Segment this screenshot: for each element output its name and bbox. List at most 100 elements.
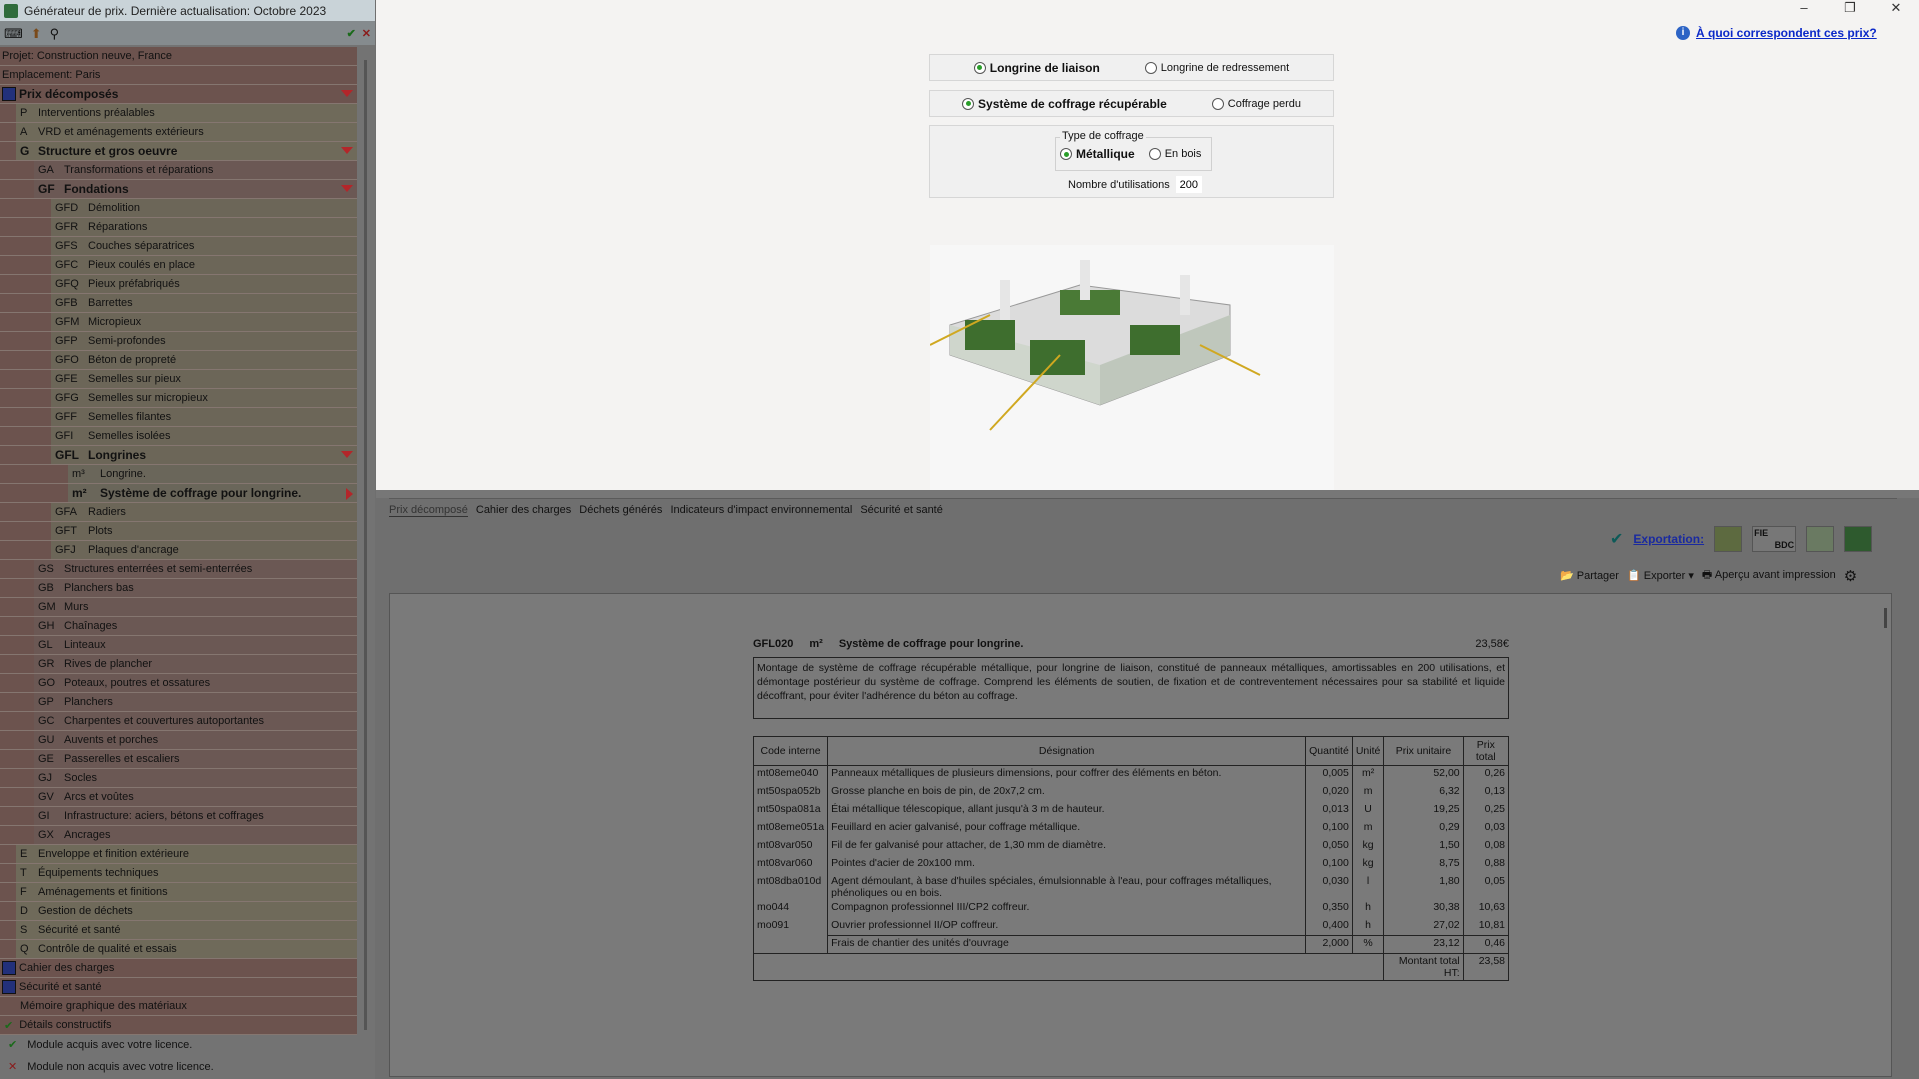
- keyboard-icon[interactable]: ⌨: [4, 27, 23, 40]
- tree-item[interactable]: GO Poteaux, poutres et ossatures: [0, 674, 357, 693]
- tree-item[interactable]: P Interventions préalables: [0, 104, 357, 123]
- radio-metallique[interactable]: Métallique: [1060, 147, 1135, 161]
- tree-item[interactable]: GC Charpentes et couvertures autoportante…: [0, 712, 357, 731]
- tree-item[interactable]: GF Fondations: [0, 180, 357, 199]
- collapse-arrow-icon[interactable]: [341, 90, 353, 97]
- tree-item[interactable]: D Gestion de déchets: [0, 902, 357, 921]
- uses-input[interactable]: [1175, 176, 1202, 193]
- tab-cahier-des-charges[interactable]: Cahier des charges: [476, 504, 571, 517]
- document-scrollbar[interactable]: [1884, 608, 1887, 628]
- table-cell: m²: [1351, 765, 1385, 784]
- tree-item[interactable]: T Équipements techniques: [0, 864, 357, 883]
- tree-item[interactable]: GFR Réparations: [0, 218, 357, 237]
- radio-coffrage-recuperable[interactable]: Système de coffrage récupérable: [962, 97, 1167, 111]
- tree-item[interactable]: S Sécurité et santé: [0, 921, 357, 940]
- table-cell: %: [1351, 935, 1385, 954]
- tree-item[interactable]: m² Système de coffrage pour longrine.: [0, 484, 357, 503]
- tree-item[interactable]: G Structure et gros oeuvre: [0, 142, 357, 161]
- tree-item[interactable]: GFC Pieux coulés en place: [0, 256, 357, 275]
- tree-item[interactable]: GFQ Pieux préfabriqués: [0, 275, 357, 294]
- help-link[interactable]: À quoi correspondent ces prix?: [1696, 26, 1877, 40]
- binoculars-icon[interactable]: ⚲: [50, 27, 60, 40]
- radio-longrine-liaison[interactable]: Longrine de liaison: [973, 61, 1100, 75]
- close-button[interactable]: ✕: [1873, 0, 1919, 20]
- accept-icon[interactable]: ✔: [347, 27, 356, 40]
- tree-item[interactable]: GFF Semelles filantes: [0, 408, 357, 427]
- tree-item[interactable]: GL Linteaux: [0, 636, 357, 655]
- print-preview-button[interactable]: 🖶 Aperçu avant impression: [1702, 566, 1836, 585]
- tree-item[interactable]: GX Ancrages: [0, 826, 357, 845]
- tree-item[interactable]: GFO Béton de propreté: [0, 351, 357, 370]
- collapse-arrow-icon[interactable]: [341, 451, 353, 458]
- minimize-button[interactable]: –: [1781, 0, 1827, 20]
- export-dropdown[interactable]: 📋 Exporter ▾: [1627, 569, 1694, 582]
- collapse-arrow-icon[interactable]: [341, 185, 353, 192]
- excel-xml-icon[interactable]: [1806, 526, 1835, 552]
- tree-item[interactable]: GM Murs: [0, 598, 357, 617]
- tab-prix-decompose[interactable]: Prix décomposé: [389, 504, 468, 517]
- tree-item[interactable]: GFG Semelles sur micropieux: [0, 389, 357, 408]
- calculator-export-icon[interactable]: [1714, 526, 1743, 552]
- cancel-icon[interactable]: ✕: [362, 27, 371, 40]
- tree-item-label: Contrôle de qualité et essais: [38, 943, 177, 955]
- tree-item[interactable]: GP Planchers: [0, 693, 357, 712]
- tree-item[interactable]: GFD Démolition: [0, 199, 357, 218]
- tree-item[interactable]: GFB Barrettes: [0, 294, 357, 313]
- tree-item[interactable]: GFL Longrines: [0, 446, 357, 465]
- share-button[interactable]: 📂 Partager: [1560, 569, 1619, 582]
- tree-item-label: Aménagements et finitions: [38, 886, 168, 898]
- tree-item[interactable]: GU Auvents et porches: [0, 731, 357, 750]
- collapse-arrow-icon[interactable]: [341, 147, 353, 154]
- table-cell: 6,32: [1383, 783, 1464, 802]
- tree-item[interactable]: GFA Radiers: [0, 503, 357, 522]
- tree-item[interactable]: Mémoire graphique des matériaux: [0, 997, 357, 1016]
- tree-item[interactable]: Q Contrôle de qualité et essais: [0, 940, 357, 959]
- tree-item[interactable]: GJ Socles: [0, 769, 357, 788]
- selected-arrow-icon[interactable]: [346, 488, 353, 500]
- tree-item[interactable]: GFE Semelles sur pieux: [0, 370, 357, 389]
- tab-dechets[interactable]: Déchets générés: [579, 504, 662, 517]
- restore-button[interactable]: ❐: [1827, 0, 1873, 20]
- tree-item[interactable]: Sécurité et santé: [0, 978, 357, 997]
- tree-item[interactable]: Cahier des charges: [0, 959, 357, 978]
- settings-icon[interactable]: ⚙: [1844, 567, 1857, 585]
- tree-item[interactable]: GE Passerelles et escaliers: [0, 750, 357, 769]
- tree-item[interactable]: GFP Semi-profondes: [0, 332, 357, 351]
- tree-item[interactable]: ✔ Détails constructifs: [0, 1016, 357, 1035]
- tree-item[interactable]: A VRD et aménagements extérieurs: [0, 123, 357, 142]
- tree-item[interactable]: GV Arcs et voûtes: [0, 788, 357, 807]
- up-arrow-icon[interactable]: ⬆: [31, 27, 42, 40]
- tree-item[interactable]: GFI Semelles isolées: [0, 427, 357, 446]
- tree-item[interactable]: GFJ Plaques d'ancrage: [0, 541, 357, 560]
- tree-item[interactable]: Prix décomposés: [0, 85, 357, 104]
- tree-item[interactable]: GI Infrastructure: aciers, bétons et coff…: [0, 807, 357, 826]
- tab-securite[interactable]: Sécurité et santé: [860, 504, 943, 517]
- splitter[interactable]: [376, 490, 1919, 498]
- tab-indicateurs[interactable]: Indicateurs d'impact environnemental: [670, 504, 852, 517]
- tree-item-code: D: [20, 905, 28, 917]
- tree-item-code: GX: [38, 829, 54, 841]
- tree-item[interactable]: GS Structures enterrées et semi-enterrées: [0, 560, 357, 579]
- tree-item[interactable]: GFM Micropieux: [0, 313, 357, 332]
- tree-item[interactable]: Projet: Construction neuve, France: [0, 47, 357, 66]
- tree-item[interactable]: GA Transformations et réparations: [0, 161, 357, 180]
- radio-coffrage-perdu[interactable]: Coffrage perdu: [1211, 97, 1301, 110]
- tree-item[interactable]: m³ Longrine.: [0, 465, 357, 484]
- tree-item[interactable]: GFS Couches séparatrices: [0, 237, 357, 256]
- tree-item[interactable]: E Enveloppe et finition extérieure: [0, 845, 357, 864]
- tree-item[interactable]: GH Chaînages: [0, 617, 357, 636]
- tree-item[interactable]: Emplacement: Paris: [0, 66, 357, 85]
- tree-item[interactable]: GFT Plots: [0, 522, 357, 541]
- radio-en-bois[interactable]: En bois: [1148, 147, 1201, 161]
- fie-bdc-export-icon[interactable]: FIE BDC: [1752, 526, 1797, 552]
- table-cell: mo044: [752, 899, 829, 918]
- export-link[interactable]: Exportation:: [1633, 532, 1704, 546]
- table-cell: Grosse planche en bois de pin, de 20x7,2…: [827, 783, 1307, 802]
- tree-item[interactable]: GR Rives de plancher: [0, 655, 357, 674]
- tree-item[interactable]: F Aménagements et finitions: [0, 883, 357, 902]
- tree-scrollbar[interactable]: [364, 60, 367, 1030]
- excel-icon[interactable]: [1844, 526, 1873, 552]
- tree-item[interactable]: GB Planchers bas: [0, 579, 357, 598]
- radio-longrine-redressement[interactable]: Longrine de redressement: [1144, 61, 1289, 74]
- table-cell: 0,05: [1462, 873, 1510, 900]
